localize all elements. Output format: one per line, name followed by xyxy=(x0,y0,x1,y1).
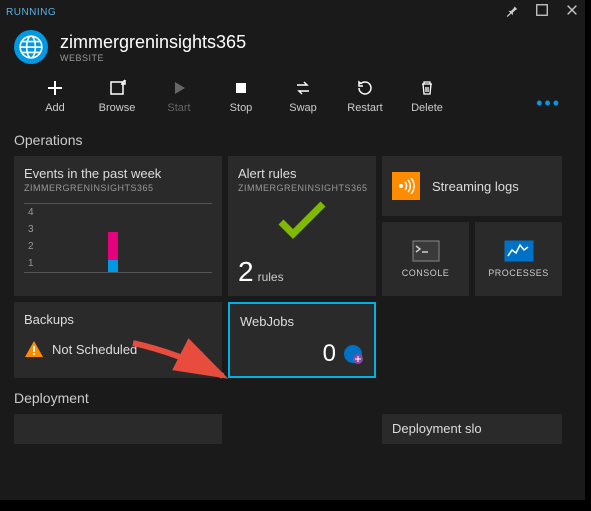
tile-webjobs[interactable]: WebJobs 0 xyxy=(228,302,376,378)
alerts-title: Alert rules xyxy=(238,166,366,181)
tile-deployment-slots[interactable]: Deployment slo xyxy=(382,414,562,444)
processes-icon xyxy=(504,240,534,262)
pin-icon[interactable] xyxy=(505,3,519,22)
swap-icon xyxy=(278,76,328,100)
status-label: RUNNING xyxy=(6,7,505,18)
events-title: Events in the past week xyxy=(24,166,212,181)
website-icon xyxy=(14,30,48,64)
browse-icon xyxy=(92,76,142,100)
tile-deployment[interactable] xyxy=(14,414,222,444)
tile-backups[interactable]: Backups Not Scheduled xyxy=(14,302,222,378)
tile-alerts[interactable]: Alert rules ZIMMERGRENINSIGHTS365 2rules xyxy=(228,156,376,296)
warning-icon xyxy=(24,339,44,359)
console-icon xyxy=(412,240,440,262)
tile-streaming-logs[interactable]: Streaming logs xyxy=(382,156,562,216)
webjobs-count: 0 xyxy=(323,340,336,368)
plus-icon xyxy=(30,76,80,100)
stop-icon xyxy=(216,76,266,100)
maximize-icon[interactable] xyxy=(535,3,549,22)
swap-button[interactable]: Swap xyxy=(278,76,328,114)
webjobs-icon xyxy=(342,343,364,365)
delete-button[interactable]: Delete xyxy=(402,76,452,114)
trash-icon xyxy=(402,76,452,100)
events-chart: 4 3 2 1 xyxy=(24,203,212,273)
close-icon[interactable] xyxy=(565,3,579,22)
browse-button[interactable]: Browse xyxy=(92,76,142,114)
backups-title: Backups xyxy=(24,312,212,327)
alerts-count: 2 xyxy=(238,256,254,287)
cloud-icon xyxy=(182,350,212,370)
blade-header: zimmergreninsights365 WEBSITE xyxy=(0,24,585,76)
tile-console[interactable]: CONSOLE xyxy=(382,222,469,296)
start-button: Start xyxy=(154,76,204,114)
blade-subtitle: WEBSITE xyxy=(60,53,246,63)
events-sub: ZIMMERGRENINSIGHTS365 xyxy=(24,183,212,193)
tile-processes[interactable]: PROCESSES xyxy=(475,222,562,296)
section-operations: Operations xyxy=(14,132,571,148)
play-icon xyxy=(154,76,204,100)
restart-icon xyxy=(340,76,390,100)
stop-button[interactable]: Stop xyxy=(216,76,266,114)
check-icon xyxy=(238,199,366,254)
add-button[interactable]: Add xyxy=(30,76,80,114)
blade-title: zimmergreninsights365 xyxy=(60,32,246,53)
backups-status: Not Scheduled xyxy=(52,342,137,357)
stream-label: Streaming logs xyxy=(432,179,519,194)
tile-events[interactable]: Events in the past week ZIMMERGRENINSIGH… xyxy=(14,156,222,296)
webjobs-title: WebJobs xyxy=(240,314,364,329)
alerts-sub: ZIMMERGRENINSIGHTS365 xyxy=(238,183,366,193)
more-icon[interactable]: ••• xyxy=(536,93,571,114)
section-deployment: Deployment xyxy=(14,390,571,406)
restart-button[interactable]: Restart xyxy=(340,76,390,114)
streaming-icon xyxy=(392,172,420,200)
